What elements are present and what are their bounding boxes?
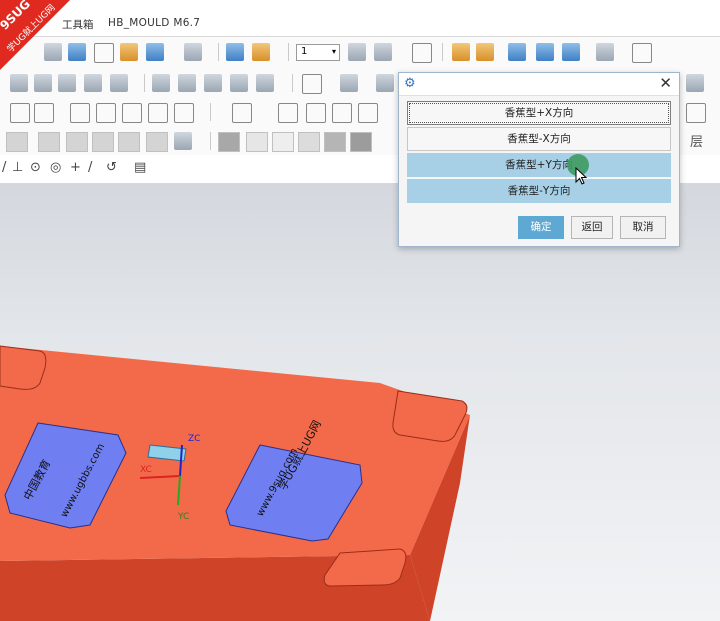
measure-distance-icon[interactable] bbox=[452, 43, 470, 61]
direction-dialog: ⚙ ✕ 香蕉型+X方向 香蕉型-X方向 香蕉型+Y方向 香蕉型-Y方向 确定 返… bbox=[398, 72, 680, 247]
app-title: HB_MOULD M6.7 bbox=[108, 17, 201, 29]
rotate-view-icon[interactable] bbox=[10, 103, 30, 123]
drafting-icon[interactable] bbox=[596, 43, 614, 61]
draft-icon[interactable] bbox=[230, 74, 248, 92]
offset-curve-icon[interactable] bbox=[148, 103, 168, 123]
color-swatch-9[interactable] bbox=[272, 132, 294, 152]
view-orient-icon[interactable] bbox=[146, 43, 164, 61]
project-curve-icon[interactable] bbox=[174, 103, 194, 123]
hole-icon[interactable] bbox=[58, 74, 76, 92]
layer-settings-icon[interactable] bbox=[348, 43, 366, 61]
ok-button[interactable]: 确定 bbox=[518, 216, 564, 239]
quadrant-snap-icon[interactable]: ◎ bbox=[50, 160, 61, 175]
option-banana-plus-x[interactable]: 香蕉型+X方向 bbox=[407, 101, 671, 125]
boss-icon[interactable] bbox=[84, 74, 102, 92]
mirror-icon[interactable] bbox=[232, 103, 252, 123]
trim-curve-icon[interactable] bbox=[332, 103, 352, 123]
color-swatch-5[interactable] bbox=[118, 132, 140, 152]
watermark-logo: 9SUG 学UG就上UG网 bbox=[0, 0, 70, 70]
select-filter-icon[interactable] bbox=[562, 43, 580, 61]
snap-point-icon[interactable] bbox=[536, 43, 554, 61]
mould-model: 中国教育 www.ugbbs.com 学UG就上UG网 www.9sug.com… bbox=[0, 345, 470, 621]
color-swatch-3[interactable] bbox=[66, 132, 88, 152]
close-icon[interactable]: ✕ bbox=[659, 74, 672, 92]
yc-label: YC bbox=[177, 512, 189, 522]
show-hide-icon[interactable] bbox=[508, 43, 526, 61]
layer-visibility-icon[interactable] bbox=[374, 43, 392, 61]
cancel-button[interactable]: 取消 bbox=[620, 216, 666, 239]
color-swatch-icon[interactable] bbox=[184, 43, 202, 61]
gear-icon: ⚙ bbox=[404, 76, 416, 91]
color-swatch-6[interactable] bbox=[146, 132, 168, 152]
rotate-icon[interactable] bbox=[306, 103, 326, 123]
color-swatch-4[interactable] bbox=[92, 132, 114, 152]
color-swatch-1[interactable] bbox=[6, 132, 28, 152]
pocket-icon[interactable] bbox=[110, 74, 128, 92]
point-snap-icon[interactable]: + bbox=[70, 160, 81, 175]
sheet-icon[interactable] bbox=[340, 74, 358, 92]
edit-display-icon[interactable] bbox=[174, 132, 192, 150]
option-banana-minus-x[interactable]: 香蕉型-X方向 bbox=[407, 127, 671, 151]
layer-select[interactable]: 1 ▾ bbox=[296, 44, 340, 61]
toolbar-row-1: 1 ▾ bbox=[0, 37, 720, 69]
revolve-icon[interactable] bbox=[34, 74, 52, 92]
zc-label: ZC bbox=[188, 434, 200, 444]
option-banana-minus-y[interactable]: 香蕉型-Y方向 bbox=[407, 179, 671, 203]
pan-icon[interactable] bbox=[34, 103, 54, 123]
title-bar: 工具箱 HB_MOULD M6.7 bbox=[0, 0, 720, 37]
wireframe-cube-icon[interactable] bbox=[94, 43, 114, 63]
color-swatch-8[interactable] bbox=[246, 132, 268, 152]
snap-settings-icon[interactable]: ▤ bbox=[134, 160, 146, 175]
color-swatch-7[interactable] bbox=[218, 132, 240, 152]
dimension-icon[interactable] bbox=[632, 43, 652, 63]
chamfer-icon[interactable] bbox=[178, 74, 196, 92]
line-icon[interactable] bbox=[70, 103, 90, 123]
move-object-icon[interactable] bbox=[226, 43, 244, 61]
transform-icon[interactable] bbox=[252, 43, 270, 61]
midpoint-snap-icon[interactable]: ⊥ bbox=[12, 160, 23, 175]
arc-icon[interactable] bbox=[96, 103, 116, 123]
corner-block-top-left bbox=[0, 345, 47, 390]
block-icon[interactable] bbox=[68, 43, 86, 61]
intersection-snap-icon[interactable]: ↺ bbox=[106, 160, 117, 175]
corner-block-top-right bbox=[392, 390, 468, 442]
snap-icon[interactable] bbox=[686, 103, 706, 123]
back-button[interactable]: 返回 bbox=[571, 216, 613, 239]
color-swatch-11[interactable] bbox=[324, 132, 346, 152]
wcs-icon[interactable] bbox=[412, 43, 432, 63]
intersect-curve-icon[interactable] bbox=[278, 103, 298, 123]
on-curve-snap-icon[interactable]: / bbox=[88, 160, 92, 175]
endpoint-snap-icon[interactable]: / bbox=[2, 160, 6, 175]
layer-select-value: 1 bbox=[301, 46, 308, 57]
sketch-rectangle-icon[interactable] bbox=[302, 74, 322, 94]
layer-category-label[interactable]: 层 bbox=[690, 131, 703, 150]
center-snap-icon[interactable]: ⊙ bbox=[30, 160, 41, 175]
spline-icon[interactable] bbox=[122, 103, 142, 123]
dialog-title-bar: ⚙ ✕ bbox=[399, 73, 679, 96]
mouse-cursor-icon bbox=[575, 167, 588, 185]
color-swatch-10[interactable] bbox=[298, 132, 320, 152]
extrude-icon[interactable] bbox=[10, 74, 28, 92]
blend-icon[interactable] bbox=[152, 74, 170, 92]
move-point-icon[interactable] bbox=[358, 103, 378, 123]
shell-icon[interactable] bbox=[204, 74, 222, 92]
check-icon[interactable] bbox=[686, 74, 704, 92]
xc-label: XC bbox=[140, 465, 152, 475]
trim-body-icon[interactable] bbox=[256, 74, 274, 92]
color-swatch-2[interactable] bbox=[38, 132, 60, 152]
analysis-icon[interactable] bbox=[476, 43, 494, 61]
shaded-part-icon[interactable] bbox=[120, 43, 138, 61]
color-swatch-12[interactable] bbox=[350, 132, 372, 152]
graphics-viewport[interactable]: 中国教育 www.ugbbs.com 学UG就上UG网 www.9sug.com… bbox=[0, 183, 720, 621]
surface-icon[interactable] bbox=[376, 74, 394, 92]
option-banana-plus-y[interactable]: 香蕉型+Y方向 bbox=[407, 153, 671, 177]
